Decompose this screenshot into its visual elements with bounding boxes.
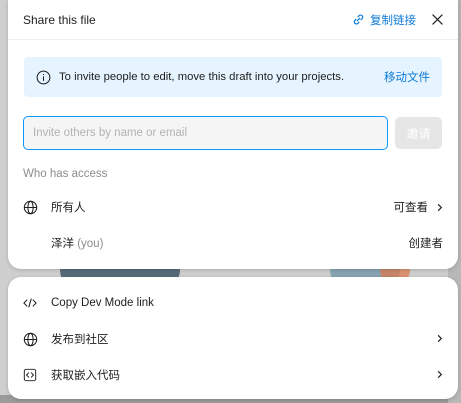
get-embed-code-item[interactable]: 获取嵌入代码 xyxy=(23,364,443,386)
chevron-right-icon xyxy=(437,334,443,343)
copy-dev-mode-link-item[interactable]: Copy Dev Mode link xyxy=(23,292,443,314)
code-icon xyxy=(23,298,37,308)
publish-to-community-item[interactable]: 发布到社区 xyxy=(23,328,443,350)
get-embed-code-label: 获取嵌入代码 xyxy=(51,370,120,382)
access-row-owner: 泽洋 (you) 创建者 xyxy=(23,232,443,254)
banner-message: To invite people to edit, move this draf… xyxy=(59,71,345,83)
move-file-link[interactable]: 移动文件 xyxy=(384,69,430,85)
embed-icon xyxy=(23,368,37,382)
share-dialog-header: Share this file 复制链接 xyxy=(8,0,458,40)
who-has-access-label: Who has access xyxy=(23,168,108,180)
copy-link-button[interactable]: 复制链接 xyxy=(352,12,416,28)
chevron-right-icon xyxy=(437,203,443,211)
publish-to-community-label: 发布到社区 xyxy=(51,334,109,346)
globe-icon xyxy=(23,332,38,346)
globe-icon xyxy=(23,200,38,214)
info-icon xyxy=(36,70,51,84)
invite-input[interactable] xyxy=(23,116,388,150)
invite-button[interactable]: 邀请 xyxy=(395,117,442,149)
share-dialog: Share this file 复制链接 To invite people to… xyxy=(8,0,458,269)
move-draft-banner: To invite people to edit, move this draf… xyxy=(24,57,442,97)
dialog-title: Share this file xyxy=(23,12,96,27)
access-permission-value: 可查看 xyxy=(393,202,429,214)
link-icon xyxy=(353,14,364,25)
close-icon xyxy=(431,14,443,25)
copy-link-label: 复制链接 xyxy=(370,14,416,27)
copy-dev-mode-link-label: Copy Dev Mode link xyxy=(51,297,154,309)
access-row-everyone[interactable]: 所有人 可查看 xyxy=(23,196,443,218)
you-tag: (you) xyxy=(77,238,104,250)
close-button[interactable] xyxy=(430,13,444,27)
access-everyone-label: 所有人 xyxy=(51,202,86,214)
owner-role: 创建者 xyxy=(408,238,444,250)
owner-name: 泽洋 xyxy=(51,238,74,250)
chevron-right-icon xyxy=(437,370,443,379)
share-actions-panel: Copy Dev Mode link 发布到社区 获取嵌入代码 xyxy=(8,277,458,399)
